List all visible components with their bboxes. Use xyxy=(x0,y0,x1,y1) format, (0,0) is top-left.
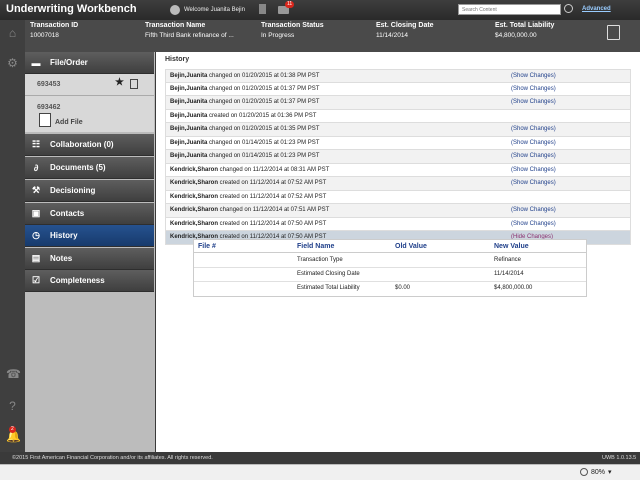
history-row: Bejin,Juanita changed on 01/20/2015 at 0… xyxy=(165,69,631,83)
contacts-icon: ▣ xyxy=(31,208,41,218)
changes-detail-table: File # Field Name Old Value New Value Tr… xyxy=(193,239,587,297)
detail-row: Estimated Closing Date 11/14/2014 xyxy=(194,268,586,282)
detail-header-row: File # Field Name Old Value New Value xyxy=(194,240,586,253)
page-title: History xyxy=(165,56,190,63)
nav-collaboration[interactable]: ☷ Collaboration (0) xyxy=(25,134,154,156)
transaction-id: Transaction ID 10007018 xyxy=(30,22,79,39)
history-row: Kendrick,Sharon created on 11/12/2014 at… xyxy=(165,190,631,204)
gear-icon[interactable]: ⚙ xyxy=(6,57,19,70)
folder-icon: ▬ xyxy=(31,57,41,68)
add-file-icon xyxy=(39,113,51,127)
document-icon[interactable] xyxy=(607,25,620,40)
add-file-button[interactable]: Add File xyxy=(25,110,154,132)
nav-contacts[interactable]: ▣ Contacts xyxy=(25,203,154,225)
zoom-icon xyxy=(580,468,588,476)
history-row: Bejin,Juanita created on 01/20/2015 at 0… xyxy=(165,109,631,123)
welcome-text: Welcome Juanita Bejin xyxy=(184,7,245,13)
history-row: Bejin,Juanita changed on 01/20/2015 at 0… xyxy=(165,96,631,110)
top-bar: Underwriting Workbench Welcome Juanita B… xyxy=(0,0,640,20)
mail-badge: 11 xyxy=(285,1,295,8)
history-row: Kendrick,Sharon created on 11/12/2014 at… xyxy=(165,217,631,231)
transaction-header: Transaction ID 10007018 Transaction Name… xyxy=(25,20,640,52)
history-row: Kendrick,Sharon changed on 11/12/2014 at… xyxy=(165,204,631,218)
show-changes-link[interactable]: (Show Changes) xyxy=(511,180,556,186)
history-row: Bejin,Juanita changed on 01/20/2015 at 0… xyxy=(165,82,631,96)
show-changes-link[interactable]: (Show Changes) xyxy=(511,167,556,173)
people-icon: ☷ xyxy=(31,139,41,149)
nav-completeness[interactable]: ☑ Completeness xyxy=(25,270,154,292)
nav-history[interactable]: ◷ History xyxy=(25,225,154,247)
notes-icon: ▤ xyxy=(31,253,41,263)
advanced-search-link[interactable]: Advanced xyxy=(582,6,611,12)
app-title: Underwriting Workbench xyxy=(6,3,137,15)
show-changes-link[interactable]: (Show Changes) xyxy=(511,153,556,159)
nav-notes[interactable]: ▤ Notes xyxy=(25,248,154,270)
nav-decisioning[interactable]: ⚒ Decisioning xyxy=(25,180,154,202)
est-closing-date: Est. Closing Date 11/14/2014 xyxy=(376,22,434,39)
checklist-icon: ☑ xyxy=(31,275,41,285)
nav-documents[interactable]: ∂ Documents (5) xyxy=(25,157,154,179)
show-changes-link[interactable]: (Show Changes) xyxy=(511,86,556,92)
zoom-control[interactable]: 80% ▾ xyxy=(580,468,612,476)
welcome-message: Welcome Juanita Bejin xyxy=(170,2,245,18)
pdf-icon[interactable] xyxy=(130,79,138,89)
side-nav: ▬ File/Order 693453 ★ 693462 Add File ☷ … xyxy=(25,52,155,452)
browser-status-bar: 80% ▾ xyxy=(0,464,640,480)
clock-icon: ◷ xyxy=(32,230,40,240)
search-input[interactable] xyxy=(458,4,561,15)
show-changes-link[interactable]: (Show Changes) xyxy=(511,221,556,227)
history-panel: History Bejin,Juanita changed on 01/20/2… xyxy=(156,52,640,452)
help-icon[interactable]: ? xyxy=(6,400,19,413)
chevron-down-icon: ▾ xyxy=(608,469,612,476)
show-changes-link[interactable]: (Show Changes) xyxy=(511,207,556,213)
copyright-text: ©2015 First American Financial Corporati… xyxy=(12,455,213,461)
home-icon[interactable]: ⌂ xyxy=(6,27,19,40)
detail-row: Estimated Total Liability $0.00 $4,800,0… xyxy=(297,285,533,291)
est-total-liability: Est. Total Liability $4,800,000.00 xyxy=(495,22,555,39)
transaction-status: Transaction Status In Progress xyxy=(261,22,324,39)
version-text: UWB 1.0.13.5 xyxy=(602,455,637,461)
history-row: Bejin,Juanita changed on 01/14/2015 at 0… xyxy=(165,136,631,150)
show-changes-link[interactable]: (Show Changes) xyxy=(511,140,556,146)
bookmark-icon[interactable] xyxy=(259,4,266,14)
user-icon xyxy=(170,5,180,15)
paperclip-icon: ∂ xyxy=(33,162,39,173)
history-row: Kendrick,Sharon changed on 11/12/2014 at… xyxy=(165,163,631,177)
show-changes-link[interactable]: (Show Changes) xyxy=(511,73,556,79)
footer: ©2015 First American Financial Corporati… xyxy=(0,452,640,464)
show-changes-link[interactable]: (Show Changes) xyxy=(511,126,556,132)
transaction-name: Transaction Name Fifth Third Bank refina… xyxy=(145,22,234,39)
file-item-693453[interactable]: 693453 ★ xyxy=(25,74,154,96)
gavel-icon: ⚒ xyxy=(31,185,41,195)
zoom-level: 80% xyxy=(591,468,606,476)
history-row: Bejin,Juanita changed on 01/14/2015 at 0… xyxy=(165,150,631,164)
left-rail: ⌂ ⚙ ☎ ? 🔔 2 xyxy=(0,20,25,452)
detail-row: Transaction Type Refinance xyxy=(194,254,586,268)
show-changes-link[interactable]: (Show Changes) xyxy=(511,99,556,105)
alert-badge: 2 xyxy=(9,426,16,433)
history-row: Bejin,Juanita changed on 01/20/2015 at 0… xyxy=(165,123,631,137)
star-icon[interactable]: ★ xyxy=(115,77,124,88)
history-row: Kendrick,Sharon created on 11/12/2014 at… xyxy=(165,177,631,191)
nav-file-order[interactable]: ▬ File/Order xyxy=(25,52,154,74)
search-icon[interactable] xyxy=(564,4,573,13)
phone-icon[interactable]: ☎ xyxy=(6,368,21,381)
